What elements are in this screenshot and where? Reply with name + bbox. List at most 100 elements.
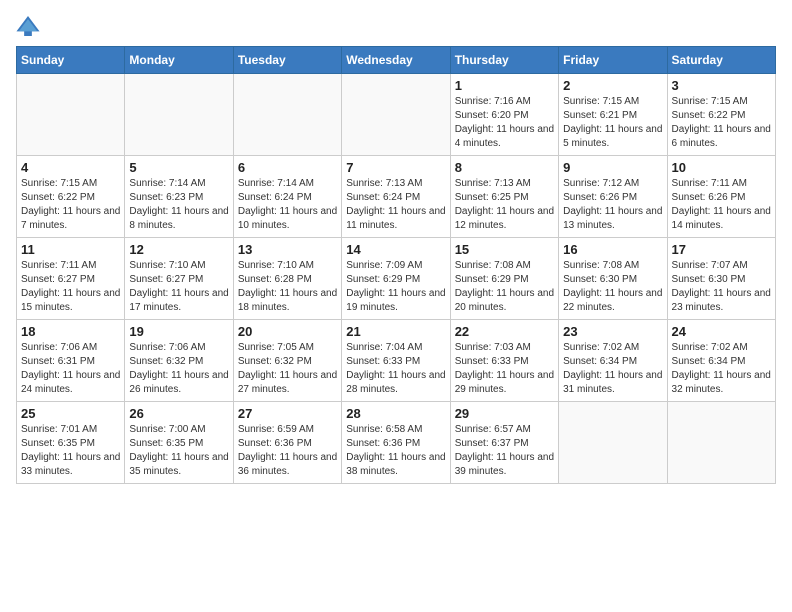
week-row-3: 18 Sunrise: 7:06 AM Sunset: 6:31 PM Dayli… <box>17 320 776 402</box>
day-number: 10 <box>672 160 771 175</box>
day-number: 19 <box>129 324 228 339</box>
calendar-cell: 6Sunrise: 7:14 AM Sunset: 6:24 PM Daylig… <box>233 156 341 238</box>
header-day-monday: Monday <box>125 47 233 74</box>
calendar-cell: 7 Sunrise: 7:13 AM Sunset: 6:24 PM Daylig… <box>342 156 450 238</box>
day-info: Sunrise: 7:13 AM Sunset: 6:24 PM Dayligh… <box>346 177 445 233</box>
header-day-friday: Friday <box>559 47 667 74</box>
day-info: Sunrise: 7:03 AM Sunset: 6:33 PM Dayligh… <box>455 341 554 397</box>
day-number: 7 <box>346 160 445 175</box>
day-info: Sunrise: 7:11 AM Sunset: 6:27 PM Dayligh… <box>21 259 120 315</box>
day-info: Sunrise: 7:14 AM Sunset: 6:24 PM Dayligh… <box>238 177 337 233</box>
day-number: 21 <box>346 324 445 339</box>
calendar-cell: 29 Sunrise: 6:57 AM Sunset: 6:37 PM Dayli… <box>450 402 558 484</box>
calendar-cell: 19 Sunrise: 7:06 AM Sunset: 6:32 PM Dayli… <box>125 320 233 402</box>
calendar-cell: 12Sunrise: 7:10 AM Sunset: 6:27 PM Dayli… <box>125 238 233 320</box>
day-number: 9 <box>563 160 662 175</box>
day-info: Sunrise: 7:08 AM Sunset: 6:30 PM Dayligh… <box>563 259 662 315</box>
day-info: Sunrise: 7:06 AM Sunset: 6:31 PM Dayligh… <box>21 341 120 397</box>
logo-icon <box>16 16 40 36</box>
day-info: Sunrise: 7:15 AM Sunset: 6:22 PM Dayligh… <box>21 177 120 233</box>
week-row-1: 4 Sunrise: 7:15 AM Sunset: 6:22 PM Daylig… <box>17 156 776 238</box>
day-number: 3 <box>672 78 771 93</box>
day-number: 2 <box>563 78 662 93</box>
week-row-0: 1 Sunrise: 7:16 AM Sunset: 6:20 PM Daylig… <box>17 74 776 156</box>
day-number: 16 <box>563 242 662 257</box>
calendar-cell: 15 Sunrise: 7:08 AM Sunset: 6:29 PM Dayli… <box>450 238 558 320</box>
calendar-header: SundayMondayTuesdayWednesdayThursdayFrid… <box>17 47 776 74</box>
day-info: Sunrise: 7:12 AM Sunset: 6:26 PM Dayligh… <box>563 177 662 233</box>
day-number: 28 <box>346 406 445 421</box>
day-info: Sunrise: 7:11 AM Sunset: 6:26 PM Dayligh… <box>672 177 771 233</box>
calendar-cell: 4 Sunrise: 7:15 AM Sunset: 6:22 PM Daylig… <box>17 156 125 238</box>
calendar-cell: 22 Sunrise: 7:03 AM Sunset: 6:33 PM Dayli… <box>450 320 558 402</box>
day-info: Sunrise: 7:13 AM Sunset: 6:25 PM Dayligh… <box>455 177 554 233</box>
day-info: Sunrise: 6:57 AM Sunset: 6:37 PM Dayligh… <box>455 423 554 479</box>
calendar-cell <box>667 402 775 484</box>
day-info: Sunrise: 7:16 AM Sunset: 6:20 PM Dayligh… <box>455 95 554 151</box>
day-info: Sunrise: 7:08 AM Sunset: 6:29 PM Dayligh… <box>455 259 554 315</box>
day-info: Sunrise: 7:14 AM Sunset: 6:23 PM Dayligh… <box>129 177 228 233</box>
day-number: 29 <box>455 406 554 421</box>
calendar-cell: 17 Sunrise: 7:07 AM Sunset: 6:30 PM Dayli… <box>667 238 775 320</box>
day-info: Sunrise: 7:01 AM Sunset: 6:35 PM Dayligh… <box>21 423 120 479</box>
calendar-cell: 11Sunrise: 7:11 AM Sunset: 6:27 PM Dayli… <box>17 238 125 320</box>
day-number: 24 <box>672 324 771 339</box>
day-number: 1 <box>455 78 554 93</box>
day-number: 25 <box>21 406 120 421</box>
day-info: Sunrise: 7:02 AM Sunset: 6:34 PM Dayligh… <box>563 341 662 397</box>
calendar-cell: 28 Sunrise: 6:58 AM Sunset: 6:36 PM Dayli… <box>342 402 450 484</box>
day-number: 20 <box>238 324 337 339</box>
day-number: 22 <box>455 324 554 339</box>
day-info: Sunrise: 6:59 AM Sunset: 6:36 PM Dayligh… <box>238 423 337 479</box>
day-info: Sunrise: 7:00 AM Sunset: 6:35 PM Dayligh… <box>129 423 228 479</box>
day-number: 5 <box>129 160 228 175</box>
day-info: Sunrise: 7:02 AM Sunset: 6:34 PM Dayligh… <box>672 341 771 397</box>
day-info: Sunrise: 7:09 AM Sunset: 6:29 PM Dayligh… <box>346 259 445 315</box>
calendar-cell: 8 Sunrise: 7:13 AM Sunset: 6:25 PM Daylig… <box>450 156 558 238</box>
day-number: 4 <box>21 160 120 175</box>
calendar-cell: 18 Sunrise: 7:06 AM Sunset: 6:31 PM Dayli… <box>17 320 125 402</box>
day-info: Sunrise: 7:05 AM Sunset: 6:32 PM Dayligh… <box>238 341 337 397</box>
day-number: 12 <box>129 242 228 257</box>
logo <box>16 16 44 36</box>
header-day-tuesday: Tuesday <box>233 47 341 74</box>
calendar-cell: 9 Sunrise: 7:12 AM Sunset: 6:26 PM Daylig… <box>559 156 667 238</box>
day-number: 8 <box>455 160 554 175</box>
calendar-cell: 27 Sunrise: 6:59 AM Sunset: 6:36 PM Dayli… <box>233 402 341 484</box>
calendar-cell: 5 Sunrise: 7:14 AM Sunset: 6:23 PM Daylig… <box>125 156 233 238</box>
day-info: Sunrise: 7:04 AM Sunset: 6:33 PM Dayligh… <box>346 341 445 397</box>
day-info: Sunrise: 7:10 AM Sunset: 6:28 PM Dayligh… <box>238 259 337 315</box>
calendar-cell: 21 Sunrise: 7:04 AM Sunset: 6:33 PM Dayli… <box>342 320 450 402</box>
calendar-cell: 20 Sunrise: 7:05 AM Sunset: 6:32 PM Dayli… <box>233 320 341 402</box>
day-number: 26 <box>129 406 228 421</box>
calendar-cell: 3 Sunrise: 7:15 AM Sunset: 6:22 PM Daylig… <box>667 74 775 156</box>
calendar-cell: 10 Sunrise: 7:11 AM Sunset: 6:26 PM Dayli… <box>667 156 775 238</box>
day-info: Sunrise: 7:06 AM Sunset: 6:32 PM Dayligh… <box>129 341 228 397</box>
header <box>16 16 776 36</box>
calendar-cell: 24 Sunrise: 7:02 AM Sunset: 6:34 PM Dayli… <box>667 320 775 402</box>
calendar-cell: 26 Sunrise: 7:00 AM Sunset: 6:35 PM Dayli… <box>125 402 233 484</box>
calendar-cell: 23Sunrise: 7:02 AM Sunset: 6:34 PM Dayli… <box>559 320 667 402</box>
calendar-cell <box>233 74 341 156</box>
day-number: 15 <box>455 242 554 257</box>
day-number: 18 <box>21 324 120 339</box>
header-day-wednesday: Wednesday <box>342 47 450 74</box>
day-number: 14 <box>346 242 445 257</box>
calendar-cell <box>17 74 125 156</box>
day-number: 17 <box>672 242 771 257</box>
day-info: Sunrise: 7:15 AM Sunset: 6:22 PM Dayligh… <box>672 95 771 151</box>
calendar-body: 1 Sunrise: 7:16 AM Sunset: 6:20 PM Daylig… <box>17 74 776 484</box>
header-day-sunday: Sunday <box>17 47 125 74</box>
calendar-cell <box>342 74 450 156</box>
day-number: 27 <box>238 406 337 421</box>
calendar-cell: 16 Sunrise: 7:08 AM Sunset: 6:30 PM Dayli… <box>559 238 667 320</box>
day-info: Sunrise: 6:58 AM Sunset: 6:36 PM Dayligh… <box>346 423 445 479</box>
header-row: SundayMondayTuesdayWednesdayThursdayFrid… <box>17 47 776 74</box>
day-info: Sunrise: 7:15 AM Sunset: 6:21 PM Dayligh… <box>563 95 662 151</box>
day-info: Sunrise: 7:07 AM Sunset: 6:30 PM Dayligh… <box>672 259 771 315</box>
header-day-saturday: Saturday <box>667 47 775 74</box>
week-row-4: 25 Sunrise: 7:01 AM Sunset: 6:35 PM Dayli… <box>17 402 776 484</box>
calendar-cell <box>559 402 667 484</box>
calendar-cell: 13Sunrise: 7:10 AM Sunset: 6:28 PM Dayli… <box>233 238 341 320</box>
calendar-cell: 25 Sunrise: 7:01 AM Sunset: 6:35 PM Dayli… <box>17 402 125 484</box>
